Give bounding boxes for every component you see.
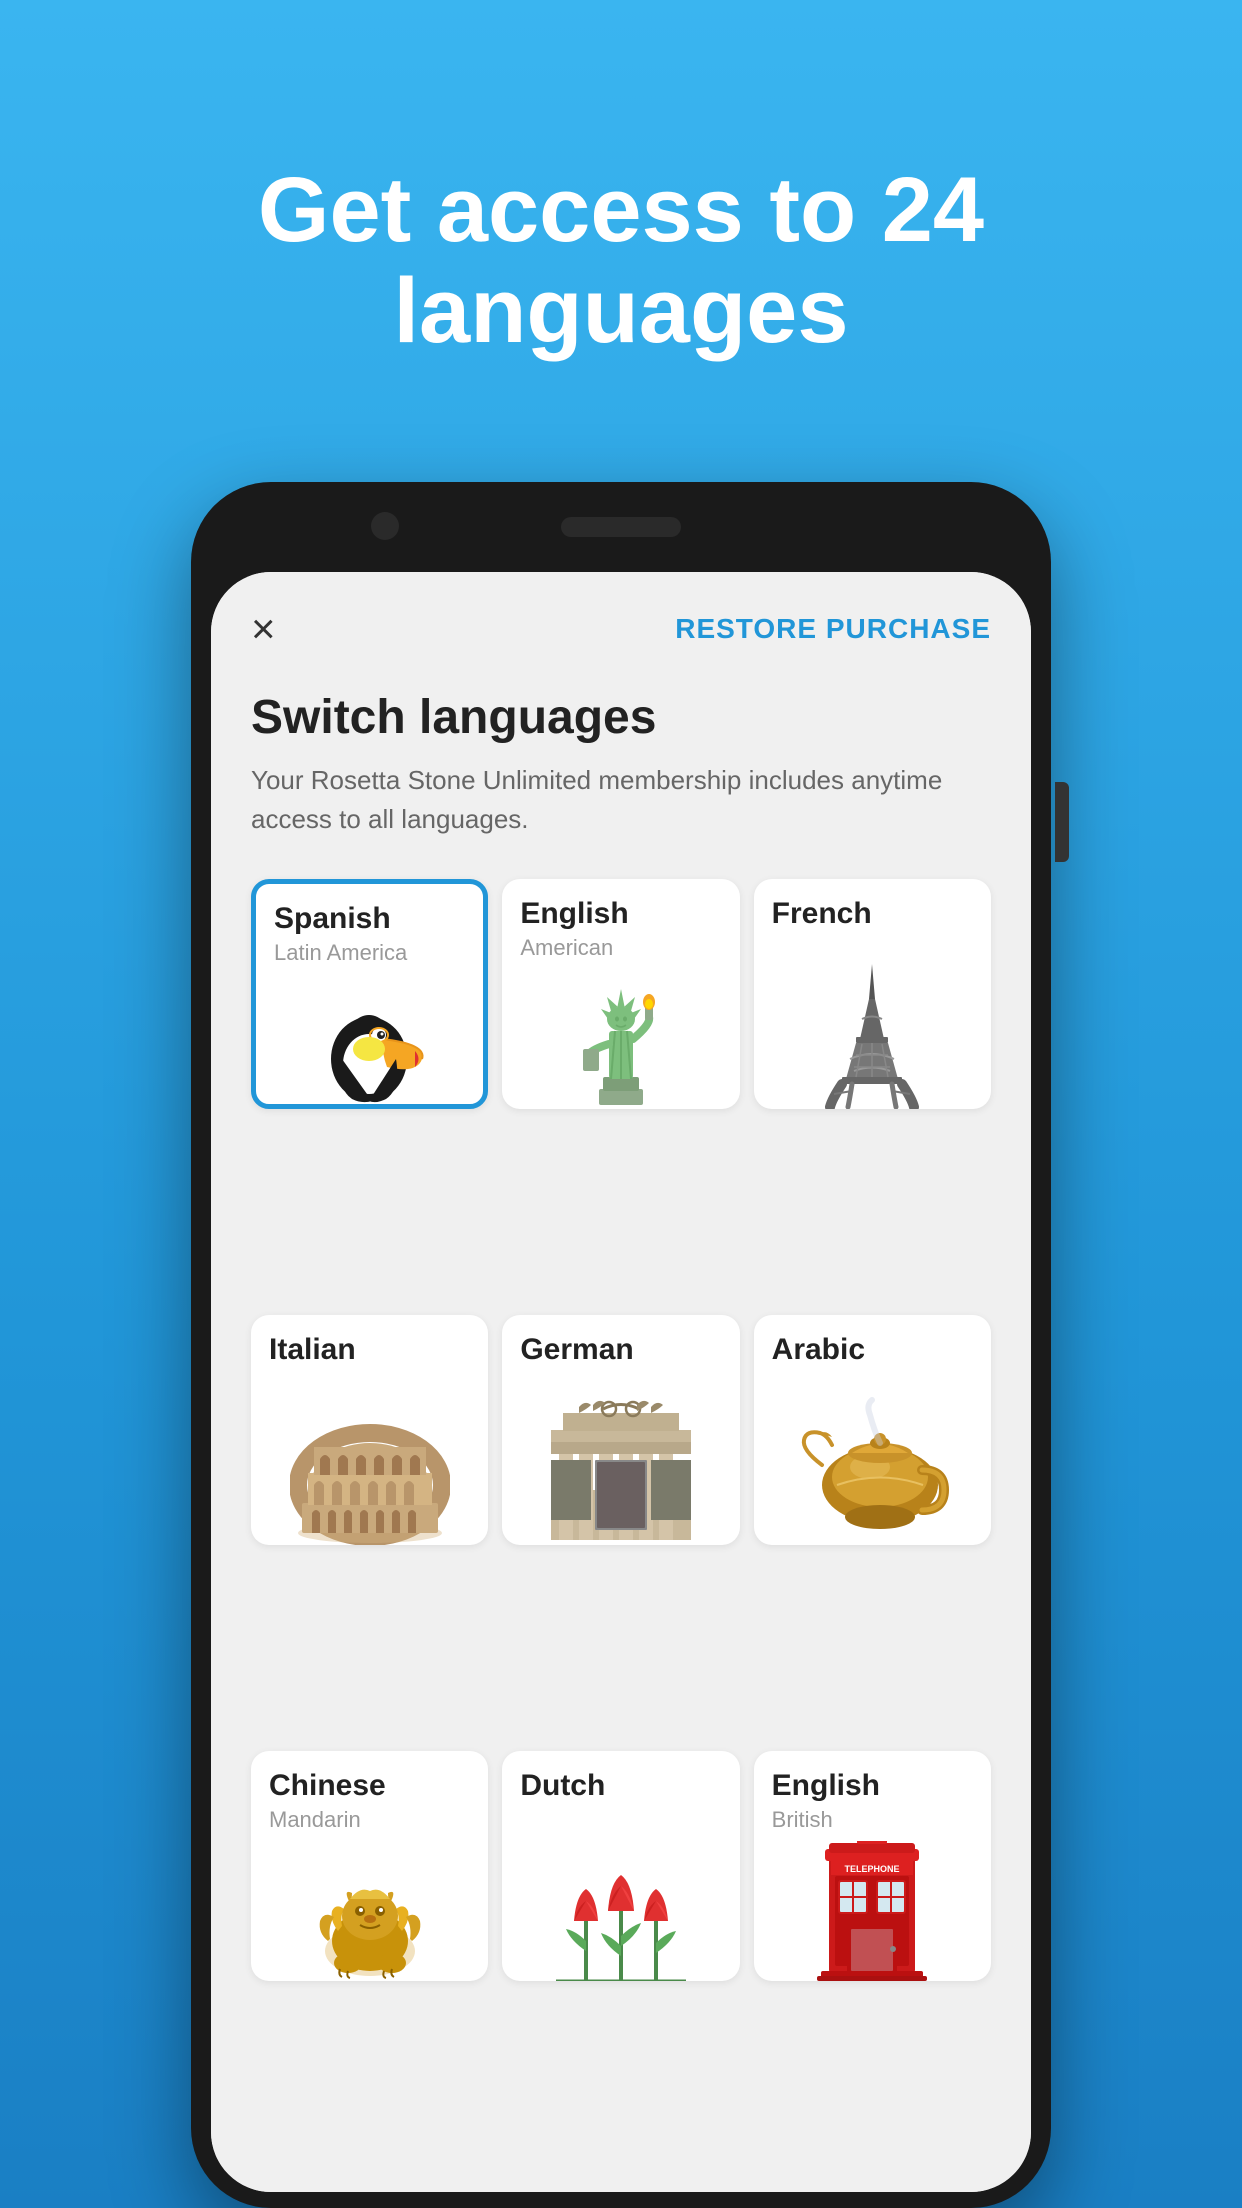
phone-screen: × RESTORE PURCHASE Switch languages Your… (211, 572, 1031, 2192)
language-card-italian[interactable]: Italian (251, 1315, 488, 1545)
lang-name-spanish: Spanish (256, 884, 483, 940)
lang-name-english-british: English (754, 1751, 991, 1807)
language-card-spanish[interactable]: Spanish Latin America (251, 879, 488, 1109)
lang-image-spanish (256, 974, 483, 1104)
header-section: Get access to 24 languages (171, 0, 1071, 482)
lang-name-german: German (502, 1315, 739, 1371)
lang-name-italian: Italian (251, 1315, 488, 1371)
lang-image-german (502, 1379, 739, 1545)
language-card-english-american[interactable]: English American (502, 879, 739, 1109)
lang-subtitle-dutch (502, 1807, 739, 1815)
lang-image-chinese (251, 1841, 488, 1981)
lang-subtitle-italian (251, 1371, 488, 1379)
lang-subtitle-spanish: Latin America (256, 940, 483, 974)
section-header: Switch languages Your Rosetta Stone Unli… (211, 670, 1031, 869)
lang-subtitle-chinese: Mandarin (251, 1807, 488, 1841)
lang-name-arabic: Arabic (754, 1315, 991, 1371)
language-card-english-british[interactable]: English British (754, 1751, 991, 1981)
screen-header: × RESTORE PURCHASE (211, 572, 1031, 670)
phone-speaker (561, 517, 681, 537)
lang-subtitle-arabic (754, 1371, 991, 1379)
lang-name-dutch: Dutch (502, 1751, 739, 1807)
phone-camera (371, 512, 399, 540)
header-title: Get access to 24 languages (171, 160, 1071, 362)
language-card-german[interactable]: German (502, 1315, 739, 1545)
language-grid: Spanish Latin America (211, 869, 1031, 2192)
lang-name-french: French (754, 879, 991, 935)
lang-subtitle-english-american: American (502, 935, 739, 969)
language-card-chinese[interactable]: Chinese Mandarin (251, 1751, 488, 1981)
lang-image-italian (251, 1379, 488, 1545)
lang-image-dutch (502, 1815, 739, 1981)
phone-top-bar (191, 482, 1051, 572)
lang-image-english-american (502, 969, 739, 1109)
section-title-text: Switch languages (251, 690, 991, 745)
lang-image-french (754, 943, 991, 1109)
lang-subtitle-english-british: British (754, 1807, 991, 1841)
language-card-french[interactable]: French (754, 879, 991, 1109)
lang-image-english-british: TELEPHONE (754, 1841, 991, 1981)
section-description: Your Rosetta Stone Unlimited membership … (251, 761, 991, 839)
language-card-dutch[interactable]: Dutch (502, 1751, 739, 1981)
lang-image-arabic (754, 1379, 991, 1545)
lang-name-english-american: English (502, 879, 739, 935)
phone-side-button (1055, 782, 1069, 862)
lang-subtitle-german (502, 1371, 739, 1379)
close-button[interactable]: × (251, 608, 276, 650)
restore-purchase-button[interactable]: RESTORE PURCHASE (675, 613, 991, 645)
phone-device: × RESTORE PURCHASE Switch languages Your… (191, 482, 1051, 2208)
lang-name-chinese: Chinese (251, 1751, 488, 1807)
lang-subtitle-french (754, 935, 991, 943)
language-card-arabic[interactable]: Arabic (754, 1315, 991, 1545)
svg-text:TELEPHONE: TELEPHONE (845, 1864, 900, 1874)
